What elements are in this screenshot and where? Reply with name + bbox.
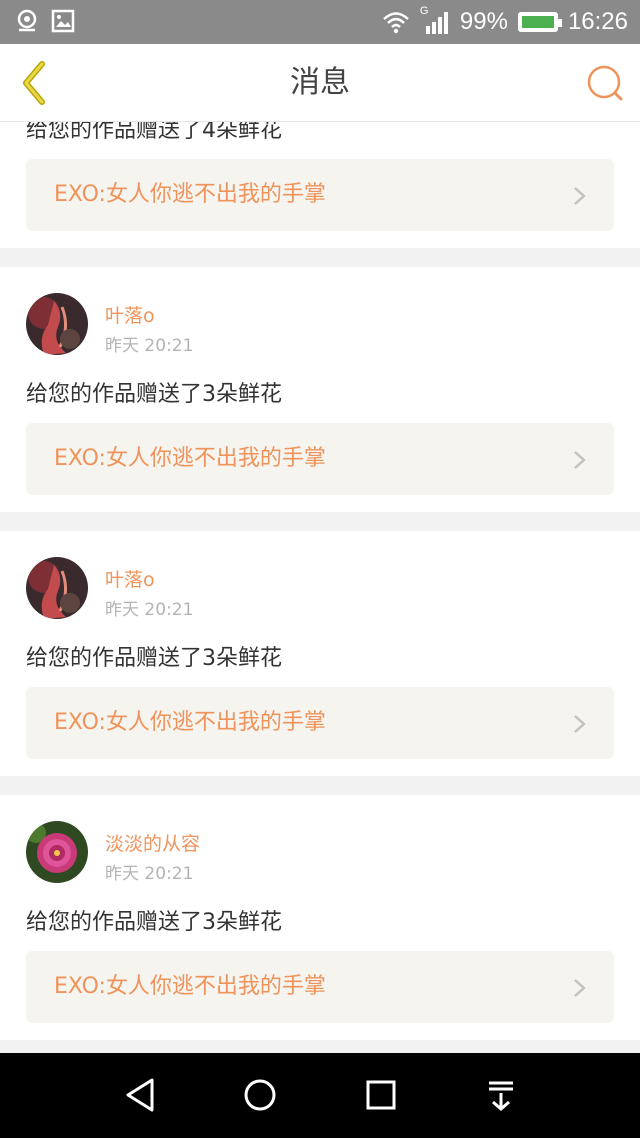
avatar[interactable]	[26, 293, 88, 355]
user-name[interactable]: 叶落o	[105, 565, 155, 592]
notification-card: 叶落o 昨天 20:21 给您的作品赠送了3朵鲜花 EXO:女人你逃不出我的手掌	[0, 267, 640, 512]
work-link[interactable]: EXO:女人你逃不出我的手掌	[26, 687, 614, 759]
chevron-right-icon	[574, 451, 586, 469]
work-title: EXO:女人你逃不出我的手掌	[54, 182, 326, 207]
battery-percent: 99%	[459, 8, 508, 35]
status-bar: G 99% 16:26	[0, 0, 640, 44]
work-link[interactable]: EXO:女人你逃不出我的手掌	[26, 423, 614, 495]
work-title: EXO:女人你逃不出我的手掌	[54, 974, 326, 999]
work-link[interactable]: EXO:女人你逃不出我的手掌	[26, 951, 614, 1023]
nav-pull-down-button[interactable]	[481, 1075, 521, 1115]
work-title: EXO:女人你逃不出我的手掌	[54, 446, 326, 471]
notification-message: 给您的作品赠送了4朵鲜花	[26, 122, 282, 143]
notification-message: 给您的作品赠送了3朵鲜花	[26, 382, 282, 407]
chevron-right-icon	[574, 715, 586, 733]
notification-message: 给您的作品赠送了3朵鲜花	[26, 646, 282, 671]
nav-recents-button[interactable]	[361, 1075, 401, 1115]
user-name[interactable]: 淡淡的从容	[105, 829, 200, 856]
notification-card: 淡淡的从容 昨天 20:21 给您的作品赠送了3朵鲜花 EXO:女人你逃不出我的…	[0, 795, 640, 1040]
work-link[interactable]: EXO:女人你逃不出我的手掌	[26, 159, 614, 231]
timestamp: 昨天 20:21	[105, 336, 194, 356]
work-title: EXO:女人你逃不出我的手掌	[54, 710, 326, 735]
message-list[interactable]: 给您的作品赠送了4朵鲜花 EXO:女人你逃不出我的手掌 叶落o 昨天 20:21…	[0, 122, 640, 1053]
avatar[interactable]	[26, 557, 88, 619]
chevron-right-icon	[574, 979, 586, 997]
nav-back-button[interactable]	[120, 1075, 160, 1115]
notification-message: 给您的作品赠送了3朵鲜花	[26, 910, 282, 935]
search-icon[interactable]	[584, 62, 626, 104]
notification-card: 给您的作品赠送了4朵鲜花 EXO:女人你逃不出我的手掌	[0, 122, 640, 248]
user-name[interactable]: 叶落o	[105, 301, 155, 328]
chevron-right-icon	[574, 187, 586, 205]
notification-card: 叶落o 昨天 20:21 给您的作品赠送了3朵鲜花 EXO:女人你逃不出我的手掌	[0, 531, 640, 776]
clock: 16:26	[567, 8, 628, 35]
wifi-icon	[383, 12, 409, 34]
header-bar: 消息	[0, 44, 640, 122]
signal-icon: G	[420, 5, 450, 35]
page-title: 消息	[290, 65, 350, 100]
battery-icon	[517, 12, 562, 32]
system-nav-bar	[0, 1053, 640, 1138]
avatar[interactable]	[26, 821, 88, 883]
timestamp: 昨天 20:21	[105, 600, 194, 620]
nav-home-button[interactable]	[240, 1075, 280, 1115]
gallery-icon	[51, 9, 75, 33]
timestamp: 昨天 20:21	[105, 864, 194, 884]
location-icon	[17, 9, 37, 32]
